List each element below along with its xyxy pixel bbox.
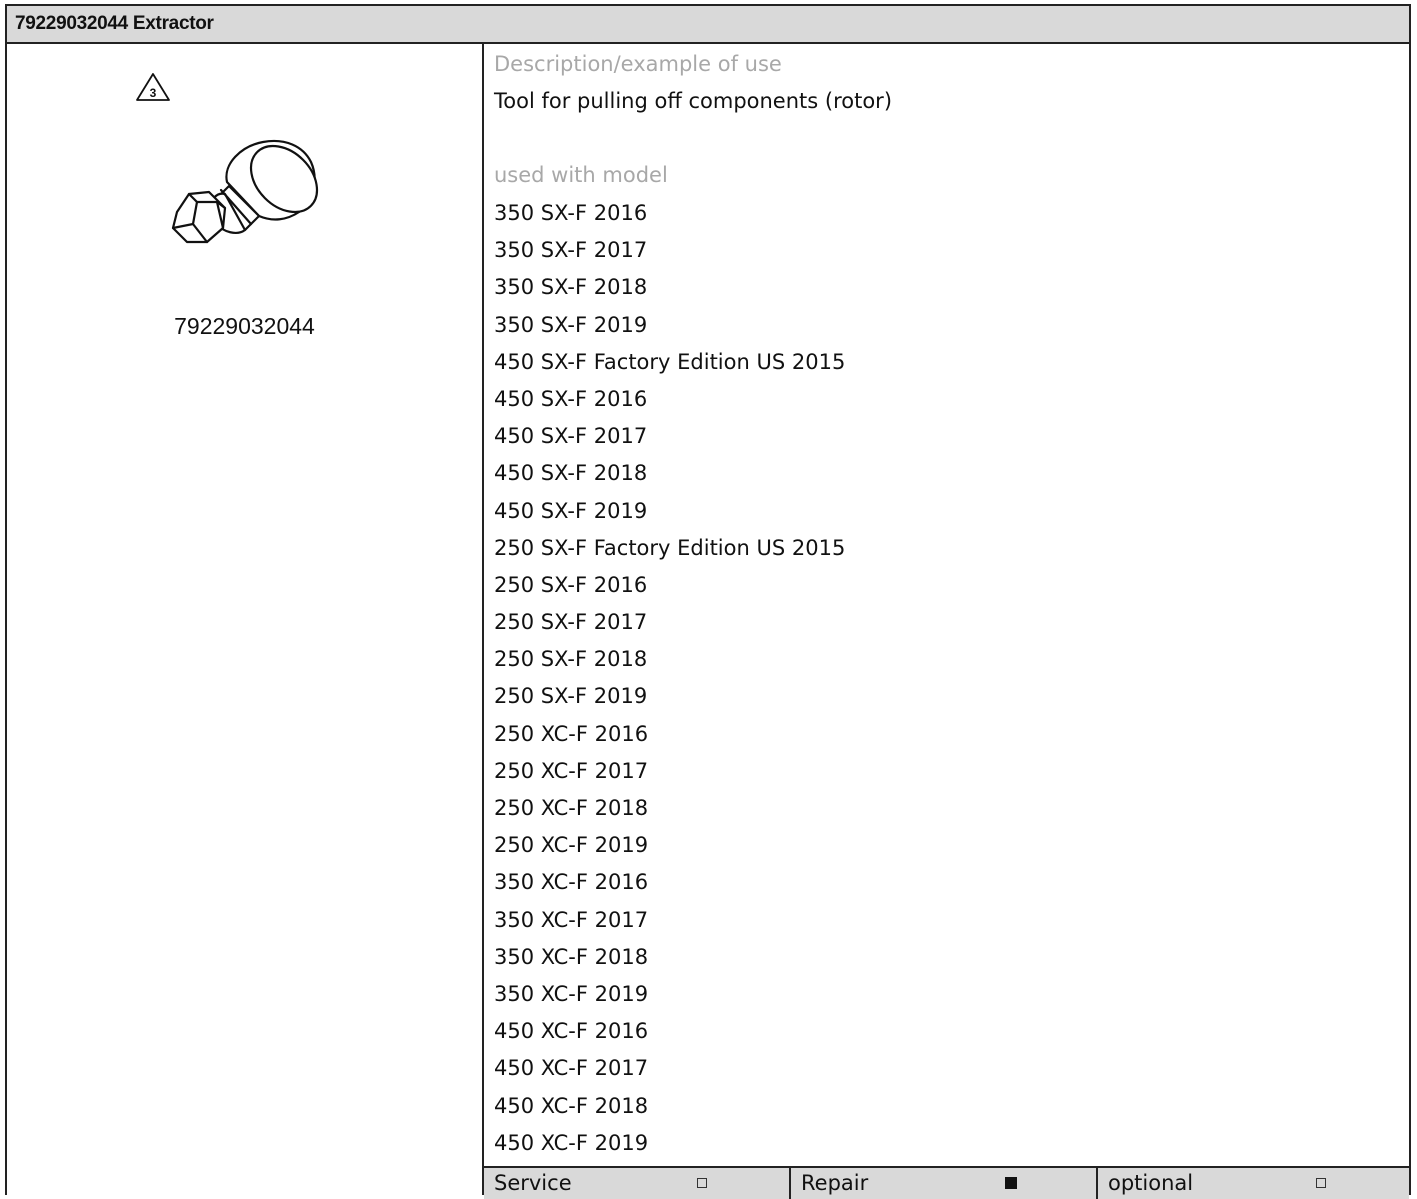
list-item: 350 SX-F 2018 <box>494 275 648 300</box>
list-item: 250 SX-F 2016 <box>494 572 648 597</box>
optional-cell: optional <box>1098 1168 1409 1199</box>
service-cell: Service <box>484 1168 791 1199</box>
list-item: 250 SX-F 2017 <box>494 610 648 635</box>
optional-checkbox <box>1316 1178 1326 1188</box>
list-item: 450 SX-F 2019 <box>494 498 648 523</box>
list-item: 450 XC-F 2018 <box>494 1093 649 1118</box>
description-text: Tool for pulling off components (rotor) <box>494 89 893 113</box>
list-item: 350 XC-F 2018 <box>494 944 649 969</box>
list-item: 350 SX-F 2017 <box>494 238 648 263</box>
list-item: 250 SX-F 2018 <box>494 647 648 672</box>
usage-category-bar: Service Repair optional <box>484 1166 1409 1199</box>
list-item: 250 XC-F 2017 <box>494 758 649 783</box>
list-item: 450 SX-F Factory Edition US 2015 <box>494 349 846 374</box>
tool-sheet: 79229032044 Extractor 3 79229032044 Desc… <box>5 4 1411 1199</box>
list-item: 450 SX-F 2016 <box>494 386 648 411</box>
page-title: 79229032044 Extractor <box>15 13 214 34</box>
tool-details-panel: Description/example of use Tool for pull… <box>484 44 1409 1199</box>
list-item: 250 SX-F Factory Edition US 2015 <box>494 535 846 560</box>
repair-cell: Repair <box>791 1168 1098 1199</box>
list-item: 250 SX-F 2019 <box>494 684 648 709</box>
warning-number: 3 <box>150 86 157 100</box>
list-item: 450 XC-F 2019 <box>494 1130 649 1155</box>
list-item: 450 XC-F 2017 <box>494 1056 649 1081</box>
tool-image-panel: 3 79229032044 <box>7 44 482 1195</box>
optional-label: optional <box>1108 1171 1194 1195</box>
models-label: used with model <box>494 163 668 187</box>
repair-label: Repair <box>801 1171 869 1195</box>
list-item: 350 XC-F 2017 <box>494 907 649 932</box>
list-item: 450 XC-F 2016 <box>494 1019 649 1044</box>
service-checkbox <box>697 1178 707 1188</box>
list-item: 450 SX-F 2017 <box>494 424 648 449</box>
tool-part-number: 79229032044 <box>174 313 315 339</box>
list-item: 250 XC-F 2019 <box>494 833 649 858</box>
repair-checkbox <box>1005 1177 1017 1189</box>
warning-triangle-icon: 3 <box>136 73 170 101</box>
service-label: Service <box>494 1171 572 1195</box>
list-item: 450 SX-F 2018 <box>494 461 648 486</box>
list-item: 250 XC-F 2016 <box>494 721 649 746</box>
list-item: 350 XC-F 2019 <box>494 981 649 1006</box>
model-list: 350 SX-F 2016 350 SX-F 2017 350 SX-F 201… <box>494 200 845 1167</box>
list-item: 350 XC-F 2016 <box>494 870 649 895</box>
description-label: Description/example of use <box>494 52 782 76</box>
list-item: 250 XC-F 2018 <box>494 796 649 820</box>
list-item: 350 SX-F 2019 <box>494 312 648 337</box>
header-bar: 79229032044 Extractor <box>7 6 1409 44</box>
list-item: 350 SX-F 2016 <box>494 201 648 225</box>
extractor-tool-icon <box>171 139 319 244</box>
